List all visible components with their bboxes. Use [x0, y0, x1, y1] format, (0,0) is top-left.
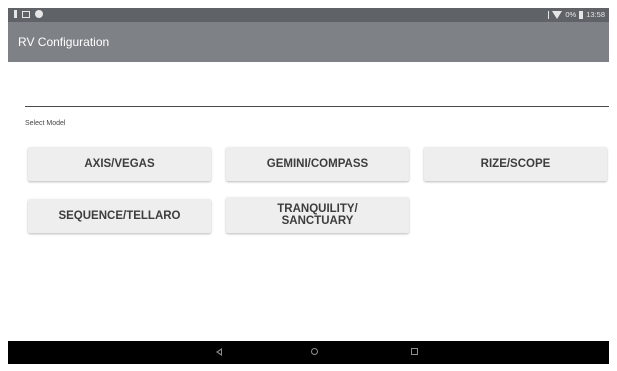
model-button-tranquility-sanctuary[interactable]: TRANQUILITY/ SANCTUARY: [226, 197, 409, 233]
model-button-gemini-compass[interactable]: GEMINI/COMPASS: [226, 147, 409, 181]
status-bar-notifications: [14, 10, 43, 18]
usb-icon: [14, 10, 17, 18]
select-model-label: Select Model: [25, 120, 66, 127]
battery-percentage: 0%: [565, 10, 577, 19]
app-bar: RV Configuration: [8, 22, 609, 62]
device-screen: 0% 13:58 RV Configuration Select Model A…: [8, 8, 609, 364]
circle-notification-icon: [35, 10, 43, 18]
divider: [25, 106, 609, 107]
status-bar-system: 0% 13:58: [545, 10, 605, 20]
home-icon[interactable]: [311, 348, 318, 355]
model-button-sequence-tellaro[interactable]: SEQUENCE/TELLARO: [28, 199, 211, 233]
page-title: RV Configuration: [18, 35, 110, 49]
navigation-bar: [8, 341, 609, 364]
battery-icon: [579, 11, 584, 19]
model-button-rize-scope[interactable]: RIZE/SCOPE: [424, 147, 607, 181]
image-notification-icon: [22, 10, 30, 18]
recents-icon[interactable]: [411, 348, 418, 355]
back-icon[interactable]: [216, 348, 222, 356]
model-button-axis-vegas[interactable]: AXIS/VEGAS: [28, 147, 211, 181]
status-bar: 0% 13:58: [8, 8, 609, 22]
bluetooth-icon: [545, 11, 550, 19]
status-time: 13:58: [586, 10, 605, 19]
wifi-icon: [552, 11, 563, 19]
